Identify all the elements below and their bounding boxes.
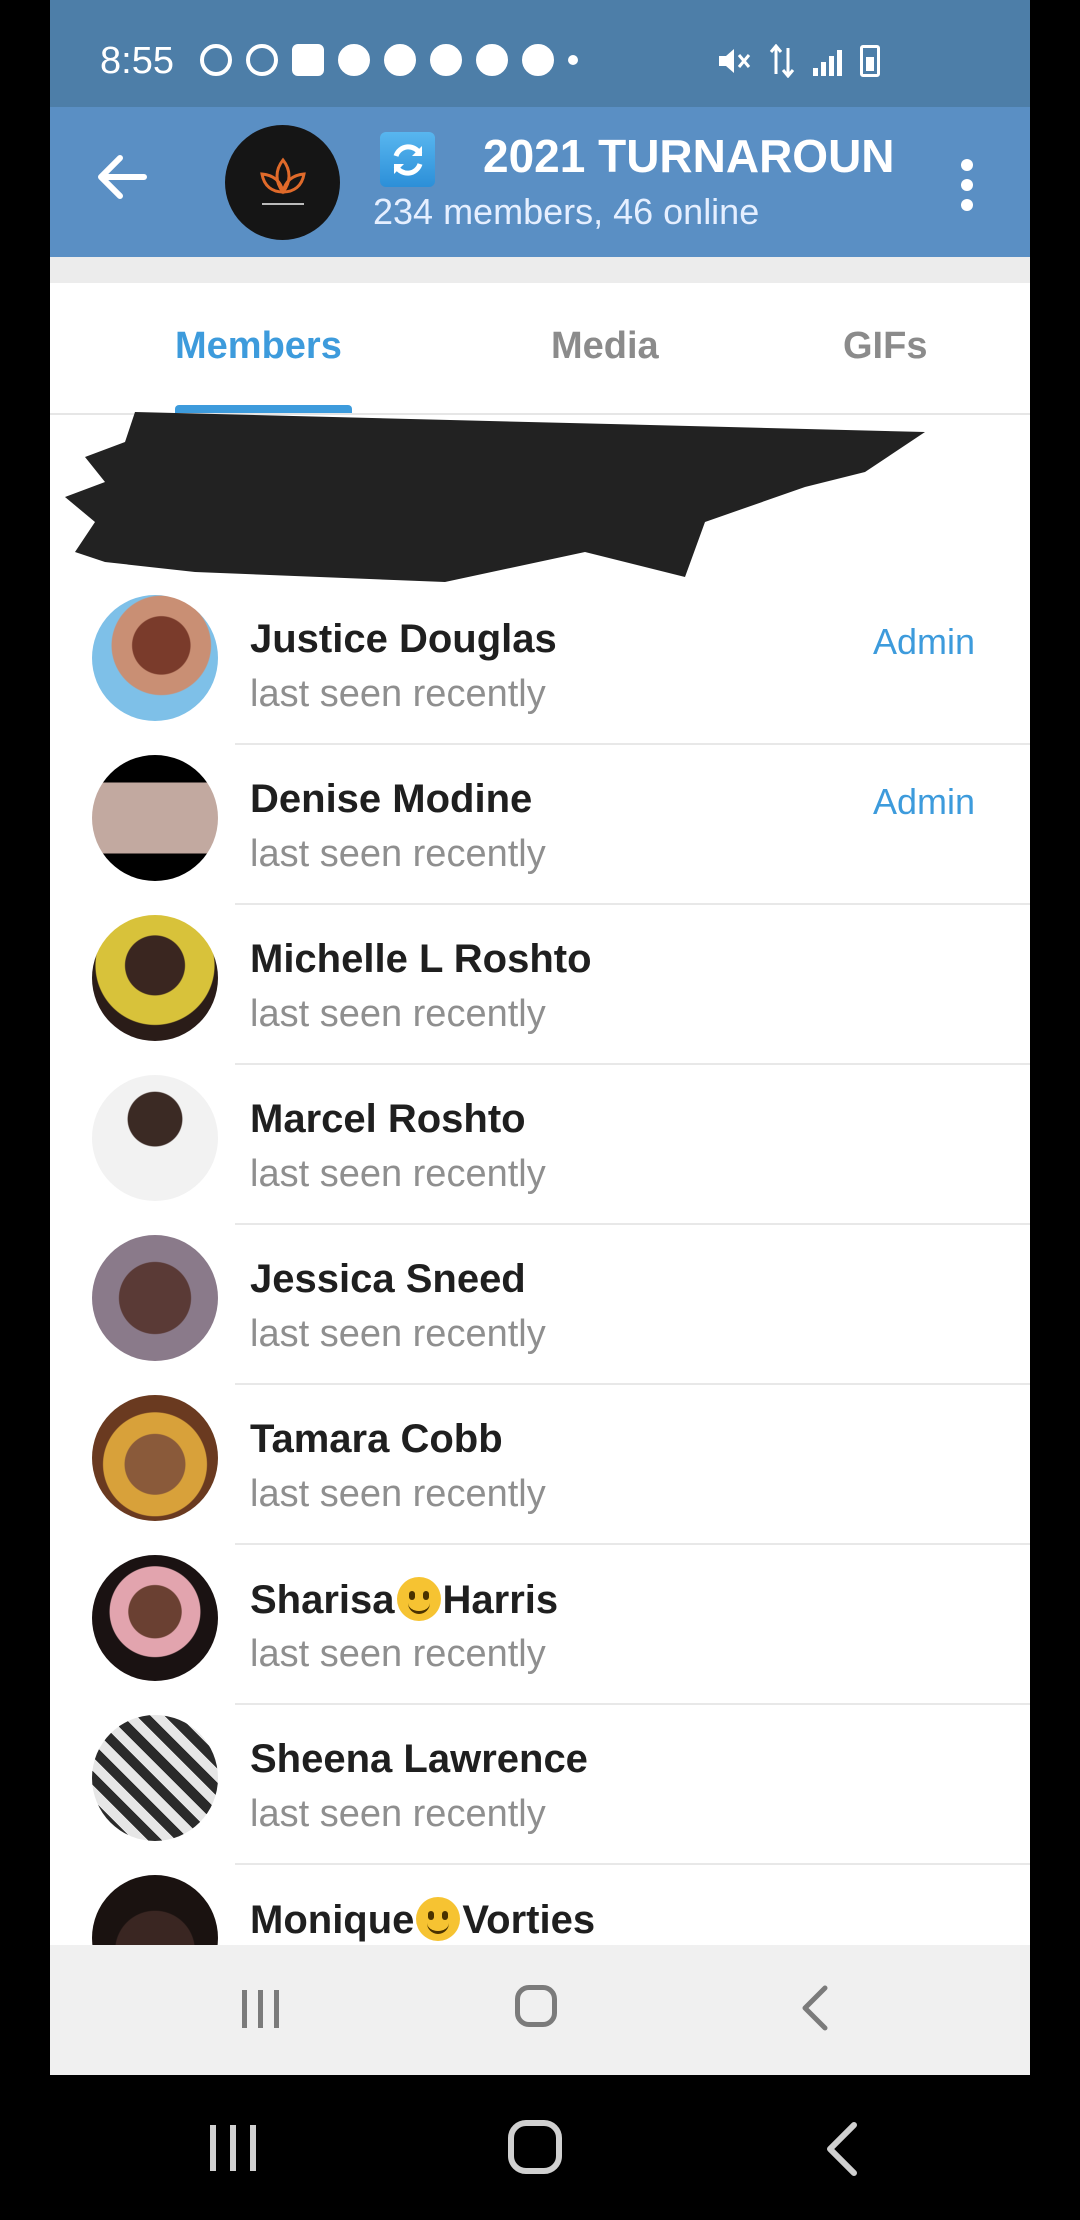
member-avatar[interactable]: [92, 755, 218, 881]
system-navigation-bar: [0, 2075, 1080, 2220]
back-icon[interactable]: [820, 2119, 864, 2179]
back-icon[interactable]: [795, 1983, 835, 2033]
whatsapp-notification-icon: [246, 44, 278, 76]
member-status: last seen recently: [250, 1633, 546, 1675]
member-name: Justice Douglas: [250, 617, 557, 661]
member-avatar[interactable]: [92, 1555, 218, 1681]
member-row[interactable]: Marcel Roshto last seen recently: [50, 1065, 1030, 1225]
member-avatar[interactable]: [92, 1235, 218, 1361]
home-icon[interactable]: [508, 2120, 562, 2174]
navigation-bar: [50, 1945, 1030, 2075]
status-time: 8:55: [100, 40, 174, 82]
member-avatar[interactable]: [92, 595, 218, 721]
facebook-notification-icon: [522, 44, 554, 76]
member-name: Monique Vorties: [250, 1897, 596, 1942]
smiley-emoji-icon: [416, 1897, 461, 1941]
member-name: Marcel Roshto: [250, 1097, 526, 1141]
more-notifications-dot: [568, 55, 578, 65]
tab-media[interactable]: Media: [551, 325, 659, 368]
member-status: last seen recently: [250, 993, 546, 1035]
status-bar: 8:55: [50, 0, 1030, 107]
member-row[interactable]: Tamara Cobb last seen recently: [50, 1385, 1030, 1545]
member-status: last seen recently: [250, 673, 546, 715]
facebook-notification-icon: [476, 44, 508, 76]
facebook-notification-icon: [430, 44, 462, 76]
member-avatar[interactable]: [92, 1395, 218, 1521]
tab-gifs[interactable]: GIFs: [843, 325, 927, 368]
tab-members[interactable]: Members: [175, 325, 342, 368]
refresh-emoji-icon: [380, 132, 435, 187]
message-notification-icon: [292, 44, 324, 76]
data-transfer-icon: [769, 44, 795, 78]
member-name: Jessica Sneed: [250, 1257, 526, 1301]
member-row[interactable]: Justice Douglas last seen recently Admin: [50, 585, 1030, 745]
header-divider: [50, 257, 1030, 283]
member-status: last seen recently: [250, 1793, 546, 1835]
member-status: last seen recently: [250, 1313, 546, 1355]
mute-icon: [719, 49, 751, 73]
admin-badge: Admin: [872, 621, 975, 662]
home-icon[interactable]: [515, 1985, 557, 2027]
group-avatar[interactable]: [225, 125, 340, 240]
smiley-emoji-icon: [396, 1577, 441, 1621]
member-row[interactable]: Michelle L Roshto last seen recently: [50, 905, 1030, 1065]
member-status: last seen recently: [250, 1153, 546, 1195]
member-name: Michelle L Roshto: [250, 937, 592, 981]
lotus-logo-icon: [259, 157, 306, 205]
app-screen: 8:55 2021 TURNAROUN 234 members, 46 onli…: [50, 0, 1030, 2075]
system-status-icons: [717, 44, 880, 78]
facebook-notification-icon: [384, 44, 416, 76]
more-options-icon[interactable]: [961, 159, 975, 211]
back-arrow-icon[interactable]: [92, 147, 152, 207]
member-name: Sheena Lawrence: [250, 1737, 588, 1781]
group-member-count: 234 members, 46 online: [373, 191, 760, 232]
member-status: last seen recently: [250, 833, 546, 875]
recent-apps-icon[interactable]: [210, 2125, 256, 2171]
member-status: last seen recently: [250, 1473, 546, 1515]
member-row[interactable]: Denise Modine last seen recently Admin: [50, 745, 1030, 905]
member-avatar[interactable]: [92, 1075, 218, 1201]
member-avatar[interactable]: [92, 1715, 218, 1841]
member-name: Denise Modine: [250, 777, 533, 821]
group-title[interactable]: 2021 TURNAROUN: [483, 129, 903, 183]
admin-badge: Admin: [872, 781, 975, 822]
messenger-notification-icon: [338, 44, 370, 76]
battery-icon: [860, 45, 880, 77]
signal-icon: [813, 46, 842, 76]
chrome-notification-icon: [200, 44, 232, 76]
member-name: Tamara Cobb: [250, 1417, 503, 1461]
member-row[interactable]: Sharisa Harris last seen recently: [50, 1545, 1030, 1705]
member-row[interactable]: Sheena Lawrence last seen recently: [50, 1705, 1030, 1865]
tab-bar: Members Media GIFs: [50, 283, 1030, 415]
redacted-area: [65, 412, 925, 582]
member-name: Sharisa Harris: [250, 1577, 559, 1622]
chat-header: 2021 TURNAROUN 234 members, 46 online: [50, 107, 1030, 257]
recent-apps-icon[interactable]: [242, 1990, 279, 2028]
member-row[interactable]: Jessica Sneed last seen recently: [50, 1225, 1030, 1385]
notification-icons: [200, 44, 578, 76]
member-avatar[interactable]: [92, 915, 218, 1041]
